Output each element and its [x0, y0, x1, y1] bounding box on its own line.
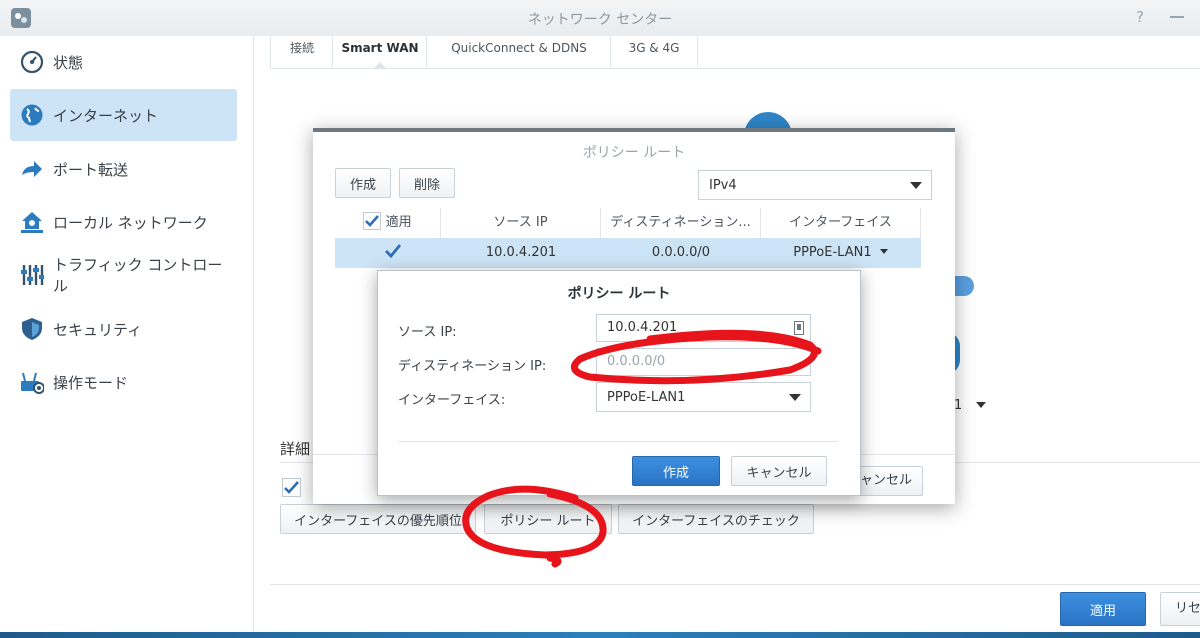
column-enabled[interactable]: 適用 — [335, 208, 441, 238]
sidebar-item-traffic-control[interactable]: トラフィック コントロール — [10, 249, 237, 301]
policy-route-button[interactable]: ポリシー ルート — [484, 504, 612, 534]
create-rule-button[interactable]: 作成 — [335, 168, 391, 198]
minimize-button[interactable] — [1170, 16, 1184, 18]
shield-icon — [19, 316, 45, 342]
sidebar-item-label: ローカル ネットワーク — [53, 213, 208, 232]
gauge-icon — [19, 49, 45, 75]
sidebar-item-label: セキュリティ — [53, 320, 143, 339]
divider — [270, 584, 1200, 585]
source-ip-label: ソース IP: — [398, 325, 457, 340]
sidebar-item-internet[interactable]: インターネット — [10, 89, 237, 141]
tab-3g-4g[interactable]: 3G & 4G — [610, 36, 698, 67]
wan-value: 1 — [954, 398, 963, 413]
details-checkbox[interactable] — [282, 478, 301, 497]
tab-smart-wan[interactable]: Smart WAN — [332, 36, 427, 68]
tab-quickconnect-ddns[interactable]: QuickConnect & DDNS — [426, 36, 611, 67]
create-button[interactable]: 作成 — [632, 456, 720, 486]
column-source-ip[interactable]: ソース IP — [441, 208, 601, 238]
chevron-down-icon — [789, 394, 801, 401]
select-all-checkbox[interactable] — [363, 212, 382, 230]
reset-button[interactable]: リセ — [1160, 592, 1200, 626]
ip-version-value: IPv4 — [709, 177, 737, 193]
divider — [398, 441, 838, 442]
arrow-right-icon — [19, 156, 45, 182]
sidebar-item-label: トラフィック コントロール — [52, 256, 223, 295]
interface-check-button[interactable]: インターフェイスのチェック — [618, 504, 814, 534]
dialog-title: ポリシー ルート — [582, 145, 686, 161]
row-destination: 0.0.0.0/0 — [651, 245, 711, 260]
interface-priority-button[interactable]: インターフェイスの優先順位 — [280, 504, 476, 534]
details-heading: 詳細 — [280, 440, 311, 458]
row-checkbox[interactable] — [335, 238, 451, 268]
sidebar-item-label: インターネット — [53, 106, 159, 125]
dialog-title: ポリシー ルート — [567, 286, 671, 302]
policy-route-edit-dialog: ポリシー ルート ソース IP: 10.0.4.201 ディスティネーション I… — [377, 270, 861, 496]
sliders-icon — [19, 262, 45, 288]
destination-ip-label: ディスティネーション IP: — [398, 359, 547, 374]
check-icon — [385, 244, 402, 259]
title-bar: ネットワーク センター ? — [0, 0, 1200, 37]
column-destination[interactable]: ディスティネーション... — [601, 208, 761, 238]
interface-label: インターフェイス: — [398, 393, 506, 408]
sidebar-item-label: 操作モード — [53, 373, 129, 392]
delete-rule-button[interactable]: 削除 — [399, 168, 455, 198]
router-icon — [19, 369, 45, 395]
source-ip-field[interactable]: 10.0.4.201 — [596, 314, 811, 342]
sidebar-item-port-forwarding[interactable]: ポート転送 — [10, 143, 237, 195]
tab-bar: 接続 Smart WAN QuickConnect & DDNS 3G & 4G — [270, 36, 1200, 69]
sidebar-item-operation-mode[interactable]: 操作モード — [10, 356, 237, 408]
apply-button[interactable]: 適用 — [1060, 592, 1146, 626]
rules-table-header: 適用 ソース IP ディスティネーション... インターフェイス — [335, 208, 921, 239]
sidebar-item-status[interactable]: 状態 — [10, 36, 237, 88]
sidebar-item-security[interactable]: セキュリティ — [10, 303, 237, 355]
column-interface[interactable]: インターフェイス — [761, 208, 921, 238]
taskbar — [0, 632, 1200, 638]
tab-connection[interactable]: 接続 — [270, 36, 333, 67]
row-interface[interactable]: PPPoE-LAN1 — [761, 238, 921, 268]
interface-select[interactable]: PPPoE-LAN1 — [596, 382, 811, 412]
window-title: ネットワーク センター — [527, 12, 673, 28]
chevron-down-icon — [879, 249, 888, 254]
help-button[interactable]: ? — [1136, 8, 1144, 26]
destination-ip-field[interactable]: 0.0.0.0/0 — [596, 348, 811, 376]
chevron-down-icon — [910, 182, 922, 189]
sidebar-item-label: ポート転送 — [53, 160, 129, 179]
cancel-button[interactable]: キャンセル — [731, 456, 827, 486]
interface-value: PPPoE-LAN1 — [607, 389, 686, 405]
sidebar-item-label: 状態 — [53, 53, 84, 72]
ip-version-select[interactable]: IPv4 — [698, 170, 932, 200]
sidebar: 状態 インターネット ポート転送 ローカル ネットワーク トラフィック コントロ… — [0, 36, 254, 638]
table-row[interactable]: 10.0.4.201 0.0.0.0/0 PPPoE-LAN1 — [335, 238, 921, 268]
sidebar-item-local-network[interactable]: ローカル ネットワーク — [10, 196, 237, 248]
globe-icon — [19, 102, 45, 128]
home-network-icon — [19, 209, 45, 235]
chevron-down-icon[interactable] — [976, 402, 986, 410]
column-label: 適用 — [385, 215, 412, 230]
source-ip-value: 10.0.4.201 — [607, 320, 678, 335]
ip-picker-icon[interactable] — [794, 321, 804, 335]
row-source-ip: 10.0.4.201 — [485, 245, 557, 260]
row-interface-value: PPPoE-LAN1 — [793, 245, 872, 260]
